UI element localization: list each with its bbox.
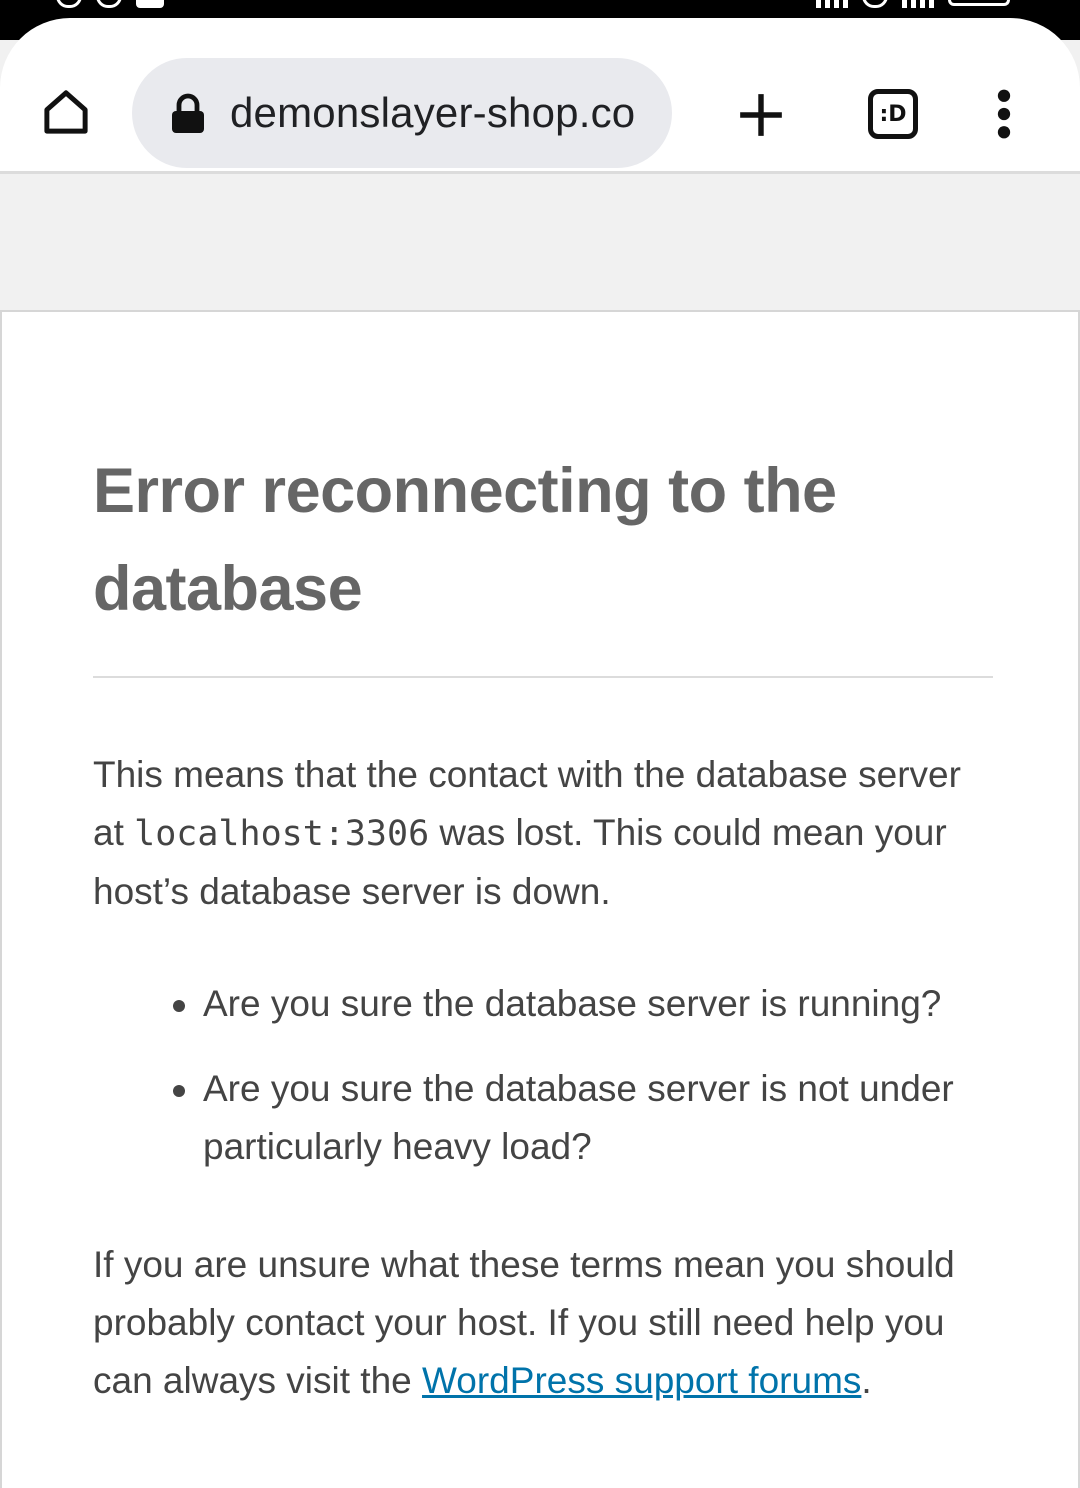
troubleshooting-list: Are you sure the database server is runn… <box>93 975 993 1176</box>
more-vert-icon <box>997 89 1011 139</box>
alarm-icon <box>96 0 122 8</box>
support-forums-link[interactable]: WordPress support forums <box>422 1360 861 1401</box>
tab-switcher-button[interactable]: :D <box>866 88 920 140</box>
page-title: Error reconnecting to the database <box>93 442 993 678</box>
home-icon <box>44 90 88 134</box>
error-page-card: Error reconnecting to the database This … <box>0 310 1080 1488</box>
tab-count-label: :D <box>879 101 907 127</box>
list-item: Are you sure the database server is runn… <box>173 975 993 1033</box>
signal-icon <box>816 0 848 8</box>
status-bar-left-icons <box>56 0 164 8</box>
toolbar-divider <box>0 171 1080 174</box>
notification-icon <box>136 0 164 8</box>
db-host: localhost:3306 <box>134 814 430 854</box>
plus-icon <box>740 94 782 136</box>
help-text-after: . <box>861 1360 872 1401</box>
clock-glyph <box>56 0 82 8</box>
browser-toolbar: demonslayer-shop.co :D <box>0 18 1080 172</box>
overflow-menu-button[interactable] <box>984 86 1024 142</box>
home-button[interactable] <box>36 82 96 142</box>
help-paragraph: If you are unsure what these terms mean … <box>93 1236 993 1410</box>
list-item: Are you sure the database server is not … <box>173 1060 993 1176</box>
battery-icon <box>948 0 1010 6</box>
lock-icon <box>172 93 204 133</box>
error-description: This means that the contact with the dat… <box>93 746 993 921</box>
signal-icon-2 <box>902 0 934 8</box>
error-content: Error reconnecting to the database This … <box>93 442 993 1410</box>
data-saver-icon <box>862 0 888 8</box>
tab-switcher-icon: :D <box>868 89 918 139</box>
new-tab-button[interactable] <box>730 84 792 146</box>
url-text: demonslayer-shop.co <box>230 89 636 136</box>
address-bar[interactable]: demonslayer-shop.co <box>132 58 672 168</box>
status-bar-right-icons <box>816 0 1010 8</box>
